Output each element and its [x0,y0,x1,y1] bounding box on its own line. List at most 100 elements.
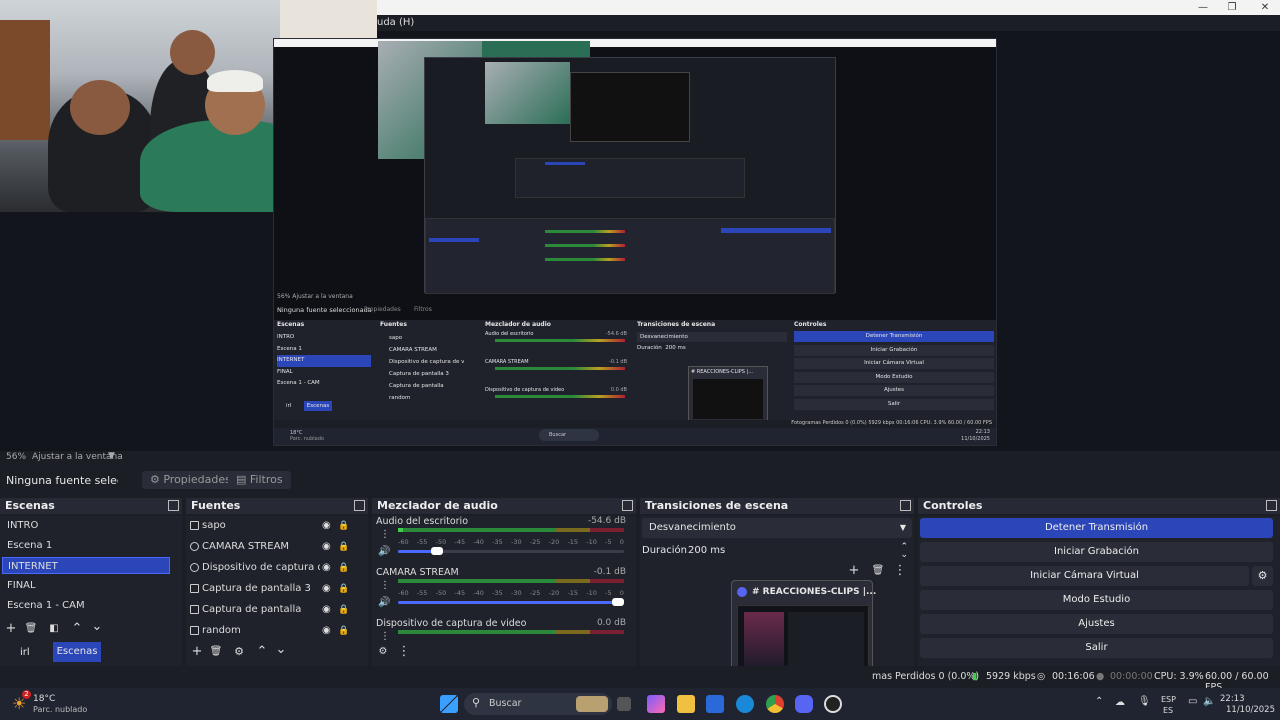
mixer-settings-icon[interactable]: ⚙ [375,644,391,660]
move-down-icon[interactable]: ⌄ [273,642,289,658]
more-options-icon[interactable]: ⋮ [396,644,412,660]
stream-time: 00:16:06 [1052,671,1095,682]
lock-icon[interactable]: 🔒 [338,622,349,640]
clock-date[interactable]: 11/10/2025 [1226,705,1275,715]
eye-icon[interactable]: ◉ [322,601,331,619]
undock-icon[interactable] [168,500,179,511]
nested-obs-window [424,57,836,294]
start-recording-button[interactable]: Iniciar Grabación [920,542,1273,562]
more-options-icon[interactable]: ⋮ [380,580,390,591]
move-up-icon[interactable]: ⌃ [69,621,85,637]
more-options-icon[interactable]: ⋮ [892,563,908,579]
more-options-icon[interactable]: ⋮ [380,529,390,540]
studio-mode-button[interactable]: Modo Estudio [920,590,1273,610]
scene-item-escena-1[interactable]: Escena 1 [2,537,170,554]
lock-icon[interactable]: 🔒 [338,517,349,535]
tab-irl[interactable]: irl [20,647,30,658]
volume-slider[interactable] [398,598,624,606]
temperature[interactable]: 18°C [33,694,55,704]
source-item[interactable]: Dispositivo de captura de vid◉🔒 [188,559,352,577]
eye-icon[interactable]: ◉ [322,580,331,598]
minimize-button[interactable]: — [1188,1,1218,14]
volume-icon[interactable]: 🔈 [1203,696,1215,707]
source-item[interactable]: Captura de pantalla ◉ 🔒 [188,601,352,619]
chevron-down-icon[interactable]: ▼ [108,451,115,461]
eye-icon[interactable]: ◉ [322,559,331,577]
chevron-up-icon[interactable]: ⌃ [1095,696,1103,707]
copilot-icon[interactable] [647,695,665,713]
volume-slider[interactable] [398,547,624,555]
task-view-icon[interactable] [617,697,631,711]
search-box[interactable]: ⚲ Buscar [464,693,612,715]
more-options-icon[interactable]: ⋮ [380,631,390,642]
move-down-icon[interactable]: ⌄ [89,619,105,635]
scene-item-intro[interactable]: INTRO [2,517,170,534]
speaker-icon[interactable]: 🔊 [378,546,390,557]
close-button[interactable]: ✕ [1250,1,1280,14]
eye-icon[interactable]: ◉ [322,622,331,640]
lock-icon[interactable]: 🔒 [338,601,349,619]
start-virtual-camera-button[interactable]: Iniciar Cámara Virtual [920,566,1249,586]
trash-icon[interactable]: 🗑 [870,563,886,579]
undock-icon[interactable] [900,500,911,511]
network-icon[interactable]: ▭ [1188,696,1197,707]
store-icon[interactable] [706,695,724,713]
undock-icon[interactable] [1266,500,1277,511]
filter-icon[interactable]: ◧ [46,621,62,637]
monitor-icon [190,584,199,593]
lock-icon[interactable]: 🔒 [338,580,349,598]
discord-icon[interactable] [795,695,813,713]
exit-button[interactable]: Salir [920,638,1273,658]
cloud-icon[interactable]: ☁ [1115,697,1125,708]
filters-button[interactable]: ▤ Filtros [228,471,291,489]
lock-icon[interactable]: 🔒 [338,559,349,577]
source-item[interactable]: CAMARA STREAM ◉ 🔒 [188,538,352,556]
weather-desc[interactable]: Parc. nublado [33,705,87,714]
speaker-icon[interactable]: 🔊 [378,597,390,608]
microphone-icon[interactable]: 🎙 [1138,696,1151,707]
language-indicator[interactable]: ESP [1161,695,1176,704]
stop-stream-button[interactable]: Detener Transmisión [920,518,1273,538]
maximize-button[interactable]: ❐ [1217,1,1247,14]
preview-canvas[interactable]: 56% Ajustar a la ventana Ninguna fuente … [273,38,997,446]
gear-icon[interactable]: ⚙ [1252,566,1273,586]
source-item[interactable]: Captura de pantalla 3 ◉ 🔒 [188,580,352,598]
spin-down-icon[interactable]: ⌄ [900,546,908,564]
source-item[interactable]: sapo ◉ 🔒 [188,517,352,535]
transition-select[interactable]: Desvanecimiento ▼ [642,518,912,538]
add-scene-icon[interactable]: + [3,621,19,637]
properties-button[interactable]: ⚙ Propiedades [142,471,239,489]
eye-icon[interactable]: ◉ [322,538,331,556]
move-up-icon[interactable]: ⌃ [254,644,270,660]
search-highlight-icon [576,696,608,712]
mixer-channel: Audio del escritorio -54.6 dB ⋮ -60 -55 -5… [376,516,626,557]
clock-time[interactable]: 22:13 [1220,694,1245,704]
duration-input[interactable]: 200 ms ⌃ ⌄ [684,542,912,560]
sources-title: Fuentes [186,498,368,514]
source-item[interactable]: random ◉ 🔒 [188,622,352,640]
settings-button[interactable]: Ajustes [920,614,1273,634]
trash-icon[interactable]: 🗑 [23,621,39,637]
eye-icon[interactable]: ◉ [322,517,331,535]
trash-icon[interactable]: 🗑 [208,644,224,660]
scene-item-escena-1-cam[interactable]: Escena 1 - CAM [2,597,170,614]
add-source-icon[interactable]: + [189,644,205,660]
edge-icon[interactable] [736,695,754,713]
undock-icon[interactable] [354,500,365,511]
language-sub[interactable]: ES [1163,706,1173,715]
file-explorer-icon[interactable] [677,695,695,713]
windows-start-icon[interactable] [440,695,458,713]
scene-item-internet[interactable]: INTERNET [2,557,170,574]
lock-icon[interactable]: 🔒 [338,538,349,556]
tab-escenas[interactable]: Escenas [53,642,101,662]
menu-help[interactable]: uda (H) [377,17,414,28]
chrome-icon[interactable] [766,695,784,713]
tick-label: -35 [492,589,503,597]
taskbar-thumbnail-popup[interactable]: # REACCIONES-CLIPS |... [731,580,876,680]
scene-item-final[interactable]: FINAL [2,577,170,594]
obs-icon[interactable] [824,695,842,713]
add-transition-icon[interactable]: + [846,563,862,579]
tick-label: -45 [454,538,466,546]
undock-icon[interactable] [622,500,633,511]
gear-icon[interactable]: ⚙ [231,644,247,660]
